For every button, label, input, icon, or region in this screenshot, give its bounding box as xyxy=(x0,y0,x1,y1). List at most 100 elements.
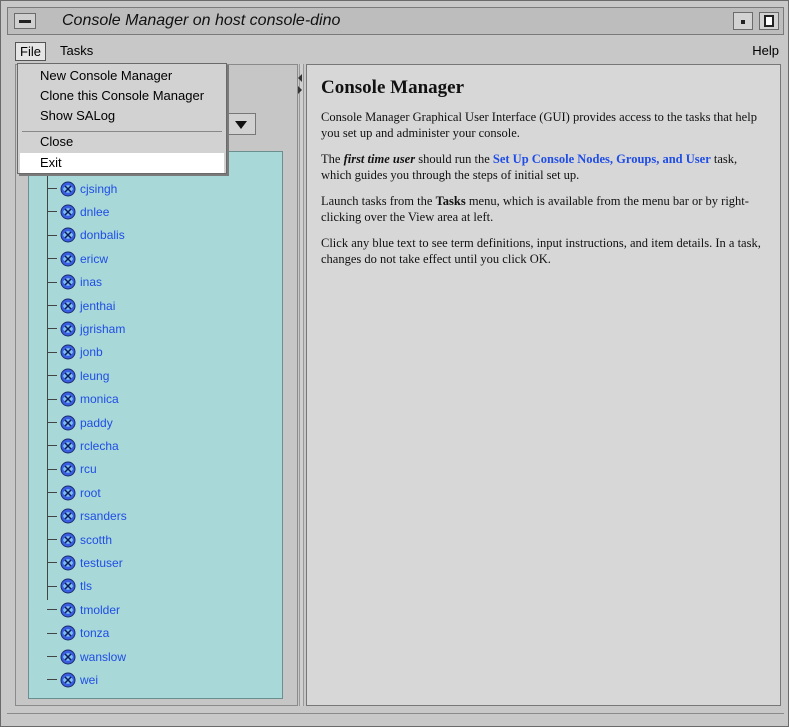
user-node-icon xyxy=(59,484,77,502)
user-node-icon xyxy=(59,554,77,572)
tree-item[interactable]: tmolder xyxy=(47,598,120,621)
tree-item[interactable]: monica xyxy=(47,388,119,411)
tree-branch-line xyxy=(47,656,57,657)
tree-branch-line xyxy=(47,398,57,400)
tree-item[interactable]: tonza xyxy=(47,622,109,645)
tree-item[interactable]: dnlee xyxy=(47,200,109,223)
tree-item-label[interactable]: testuser xyxy=(80,556,123,570)
tree-branch-line xyxy=(47,632,57,634)
tasks-term: Tasks xyxy=(435,194,466,208)
tree-item[interactable]: wei xyxy=(47,668,98,691)
tree-item[interactable]: ericw xyxy=(47,247,108,270)
user-node-icon xyxy=(59,437,77,455)
new-console-manager-item[interactable]: New Console Manager xyxy=(40,68,172,83)
tree-item[interactable]: rsanders xyxy=(47,505,127,528)
tree-item[interactable]: jenthai xyxy=(47,294,115,317)
window-menu-icon[interactable] xyxy=(14,13,36,29)
tree-branch-line xyxy=(47,258,57,260)
user-node-icon xyxy=(59,273,77,291)
tree-branch-line xyxy=(47,445,57,447)
p2-prefix: The xyxy=(321,152,344,166)
tree-item-label[interactable]: rsanders xyxy=(80,509,127,523)
tree-item[interactable]: scotth xyxy=(47,528,112,551)
user-node-icon xyxy=(59,297,77,315)
tree-branch-line xyxy=(47,562,57,564)
user-tree: cjsingh dnlee donbalis ericw inas jenthai jgri… xyxy=(28,151,283,699)
user-node-icon xyxy=(59,671,77,689)
exit-item[interactable]: Exit xyxy=(40,155,62,170)
file-menu-dropdown: New Console Manager Clone this Console M… xyxy=(17,63,227,174)
clone-console-manager-item[interactable]: Clone this Console Manager xyxy=(40,88,204,103)
help-heading: Console Manager xyxy=(321,77,465,98)
tree-item-label[interactable]: dnlee xyxy=(80,205,109,219)
user-node-icon xyxy=(59,203,77,221)
user-node-icon xyxy=(59,343,77,361)
tree-item[interactable]: tls xyxy=(47,575,92,598)
maximize-button[interactable] xyxy=(759,12,779,30)
tree-branch-line xyxy=(47,234,57,236)
tree-item[interactable]: jgrisham xyxy=(47,317,125,340)
tree-item-label[interactable]: paddy xyxy=(80,416,113,430)
tree-item[interactable]: jonb xyxy=(47,341,103,364)
user-node-icon xyxy=(59,414,77,432)
p3-prefix: Launch tasks from the xyxy=(321,194,436,208)
window-title: Console Manager on host console-dino xyxy=(62,12,341,29)
tree-item-label[interactable]: tls xyxy=(80,579,92,593)
tree-item-label[interactable]: jenthai xyxy=(80,299,115,313)
tree-branch-line xyxy=(47,515,57,517)
help-paragraph-3: Launch tasks from the Tasks menu, which … xyxy=(321,193,766,225)
tree-item[interactable]: rcu xyxy=(47,458,97,481)
tree-item-label[interactable]: donbalis xyxy=(80,228,125,242)
tree-branch-line xyxy=(47,328,57,330)
tree-item[interactable]: paddy xyxy=(47,411,113,434)
console-manager-window: Console Manager on host console-dino Fil… xyxy=(0,0,789,727)
tree-item-label[interactable]: tmolder xyxy=(80,603,120,617)
tree-item-label[interactable]: leung xyxy=(80,369,109,383)
tree-item[interactable]: cjsingh xyxy=(47,177,117,200)
tree-item-label[interactable]: rcu xyxy=(80,462,97,476)
user-node-icon xyxy=(59,624,77,642)
user-node-icon xyxy=(59,180,77,198)
minimize-button[interactable] xyxy=(733,12,753,30)
tree-item[interactable]: donbalis xyxy=(47,224,125,247)
tree-branch-line xyxy=(47,211,57,213)
user-node-icon xyxy=(59,531,77,549)
pane-splitter[interactable] xyxy=(298,64,304,706)
tree-item-label[interactable]: ericw xyxy=(80,252,108,266)
menu-help[interactable]: Help xyxy=(748,42,783,59)
tree-item-label[interactable]: rclecha xyxy=(80,439,119,453)
tree-branch-line xyxy=(47,188,57,189)
tree-item-label[interactable]: jgrisham xyxy=(80,322,125,336)
tree-item-label[interactable]: wei xyxy=(80,673,98,687)
menu-separator xyxy=(22,131,222,132)
tree-branch-line xyxy=(47,305,57,306)
tree-branch-line xyxy=(47,351,57,353)
tree-item-label[interactable]: monica xyxy=(80,392,119,406)
tree-item-label[interactable]: tonza xyxy=(80,626,109,640)
user-node-icon xyxy=(59,320,77,338)
help-paragraph-4: Click any blue text to see term definiti… xyxy=(321,236,761,266)
window-bottom-edge xyxy=(7,713,784,723)
menu-file[interactable]: File xyxy=(15,42,46,61)
tree-item-label[interactable]: inas xyxy=(80,275,102,289)
tree-branch-line xyxy=(47,468,57,470)
tree-item[interactable]: testuser xyxy=(47,551,123,574)
show-salog-item[interactable]: Show SALog xyxy=(40,108,115,123)
user-node-icon xyxy=(59,250,77,268)
tree-item-label[interactable]: wanslow xyxy=(80,650,126,664)
user-node-icon xyxy=(59,577,77,595)
menu-tasks[interactable]: Tasks xyxy=(56,42,97,59)
tree-branch-line xyxy=(47,375,57,377)
close-item[interactable]: Close xyxy=(40,134,73,149)
tree-item-label[interactable]: jonb xyxy=(80,345,103,359)
tree-item-label[interactable]: root xyxy=(80,486,101,500)
tree-item-label[interactable]: scotth xyxy=(80,533,112,547)
tree-item[interactable]: rclecha xyxy=(47,434,119,457)
setup-task-link[interactable]: Set Up Console Nodes, Groups, and User xyxy=(493,152,711,166)
tree-item[interactable]: inas xyxy=(47,271,102,294)
tree-item[interactable]: leung xyxy=(47,364,109,387)
tree-item[interactable]: wanslow xyxy=(47,645,126,668)
tree-branch-line xyxy=(47,609,57,611)
tree-item-label[interactable]: cjsingh xyxy=(80,182,117,196)
tree-item[interactable]: root xyxy=(47,481,101,504)
